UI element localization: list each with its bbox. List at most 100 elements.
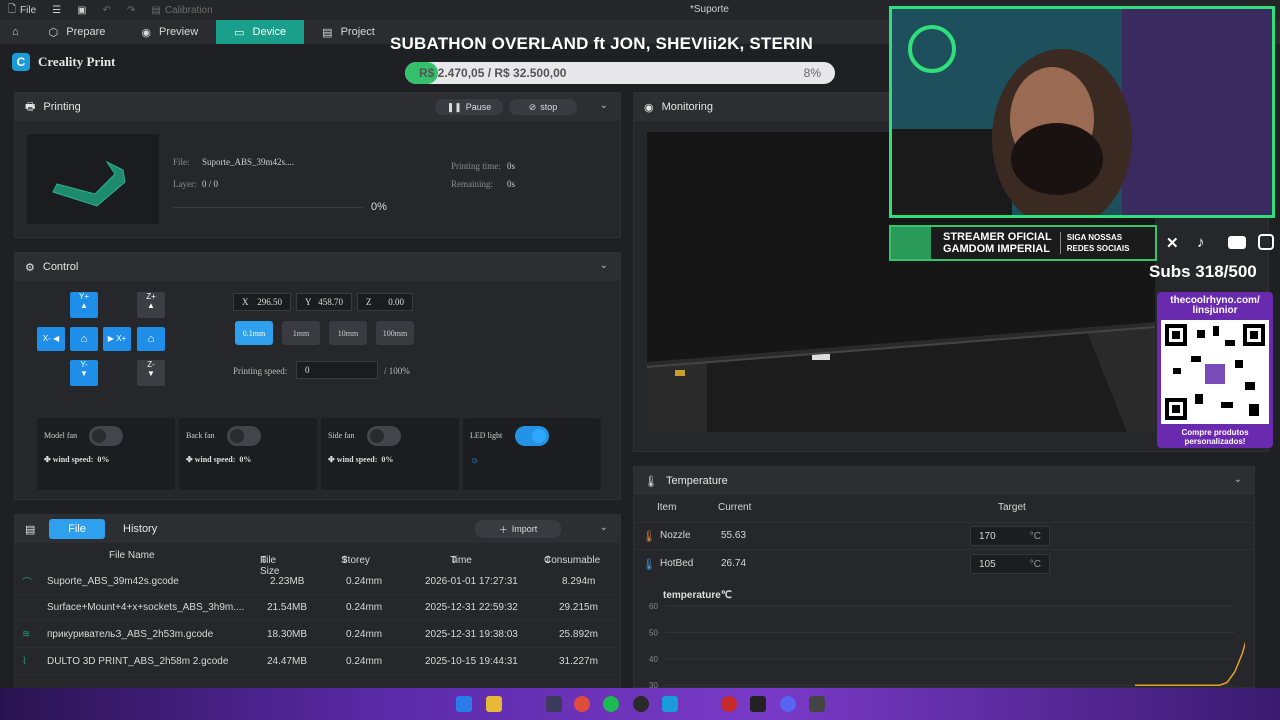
home-z-button[interactable]: ⌂ [137,327,165,351]
arrow-down-icon: ▼ [147,369,155,378]
jog-z-minus-label: Z- [147,360,155,369]
tab-prepare[interactable]: ⬡ Prepare [31,20,124,44]
undo-icon[interactable]: ↶ [95,5,119,16]
step-100mm-button[interactable]: 100mm [376,321,414,345]
goal-text: R$ 2.470,05 / R$ 32.500,00 [419,66,567,80]
arrow-left-icon: ◀ [53,334,60,343]
tab-device[interactable]: ▭ Device [216,20,305,44]
nozzle-target-input[interactable]: 170 °C [970,526,1050,546]
bulb-icon: ☼ [470,455,480,466]
hotbed-target-input[interactable]: 105 °C [970,554,1050,574]
import-button[interactable]: ＋ Import [475,520,561,538]
app2-icon[interactable] [809,696,825,712]
plus-icon: ＋ [498,524,508,535]
home-xy-button[interactable]: ⌂ [70,327,98,351]
save-icon[interactable]: ▣ [69,5,94,16]
windows-start-icon[interactable] [456,696,472,712]
temp-header-item: Item [657,502,677,513]
file-menu[interactable]: 🗋 File [0,2,44,19]
banner-social: SIGA NOSSAS REDES SOCIAIS [1059,232,1129,254]
home-icon[interactable]: ⌂ [0,20,31,44]
led-light-toggle[interactable] [515,426,549,446]
jog-x-plus-button[interactable]: ▶ X+ [103,327,131,351]
step-0-1mm-button[interactable]: 0.1mm [235,321,273,345]
stop-button[interactable]: ⊘ stop [509,99,577,115]
chevron-down-icon[interactable]: ⌄ [1234,474,1242,485]
sort-icon: ⇕ [341,555,350,566]
y-tick-label: 50 [649,628,658,637]
shop-line3: Compre produtos [1181,428,1249,437]
row-time: 2025-12-31 22:59:32 [425,602,518,613]
pause-button[interactable]: ❚❚ Pause [435,99,503,115]
printing-speed-input[interactable]: 0 [296,361,378,379]
menu-icon[interactable]: ☰ [44,5,69,16]
row-consumable: 31.227m [559,656,598,667]
gamdom-logo-icon [891,227,931,259]
step-10mm-button[interactable]: 10mm [329,321,367,345]
row-size: 2.23MB [270,576,305,587]
creality-taskbar-icon[interactable] [662,696,678,712]
tiktok-icon: ♪ [1197,234,1205,251]
app-icon[interactable] [721,696,737,712]
nozzle-target-value: 170 [979,531,996,542]
steam-icon[interactable] [546,696,562,712]
hotbed-label: HotBed [660,558,694,569]
side-fan-toggle[interactable] [367,426,401,446]
cube-icon: ⬡ [48,26,59,39]
row-time: 2025-12-31 19:38:03 [425,629,518,640]
arrow-up-icon: ▲ [80,301,88,310]
redo-icon[interactable]: ↷ [119,5,143,16]
file-explorer-icon[interactable] [486,696,502,712]
row-name: DULTO 3D PRINT_ABS_2h58m 2.gcode [47,656,229,667]
table-row[interactable]: ⌇ DULTO 3D PRINT_ABS_2h58m 2.gcode 24.47… [14,649,620,675]
arrow-down-icon: ▼ [80,369,88,378]
chrome-icon[interactable] [574,696,590,712]
calibration-menu[interactable]: ▤ Calibration [143,5,220,16]
chevron-down-icon[interactable]: ⌄ [600,100,608,111]
discord-icon[interactable] [780,696,796,712]
divider [634,549,1254,550]
table-row[interactable]: Surface+Mount+4+x+sockets_ABS_3h9m.... 2… [14,595,620,621]
webcam-image [892,9,1272,215]
step-1mm-button[interactable]: 1mm [282,321,320,345]
nozzle-label: Nozzle [660,530,691,541]
back-fan-label: Back fan [186,431,215,440]
table-row[interactable]: ≋ прикуривательЗ_ABS_2h53m.gcode 18.30MB… [14,622,620,648]
pause-icon: ❚❚ [446,101,462,112]
tab-preview[interactable]: ◉ Preview [123,20,216,44]
row-time: 2026-01-01 17:27:31 [425,576,518,587]
chevron-down-icon[interactable]: ⌄ [600,522,608,533]
tab-preview-label: Preview [159,26,199,38]
obs-icon[interactable] [633,696,649,712]
jog-y-minus-button[interactable]: Y- ▼ [70,360,98,386]
sort-icon: ⇕ [544,555,553,566]
import-label: Import [511,524,538,534]
printing-time-label: Printing time: [451,161,501,171]
tab-project[interactable]: ▤ Project [304,20,393,44]
back-fan-toggle[interactable] [227,426,261,446]
home-icon: ⌂ [80,333,88,345]
shop-cta: Compre produtos personalizados! [1157,428,1273,446]
jog-z-plus-button[interactable]: Z+ ▲ [137,292,165,318]
tab-project-label: Project [340,26,375,38]
header-file-name[interactable]: File Name [109,550,155,561]
goal-progress-bar: R$ 2.470,05 / R$ 32.500,00 8% [405,62,835,84]
terminal-icon[interactable] [750,696,766,712]
chevron-down-icon[interactable]: ⌄ [600,260,608,271]
webcam-overlay [889,6,1275,218]
back-fan-wind: ✤ wind speed: 0% [186,455,251,464]
spotify-icon[interactable] [603,696,619,712]
table-row[interactable]: ⌒ Suporte_ABS_39m42s.gcode 2.23MB 0.24mm… [14,569,620,595]
jog-x-minus-button[interactable]: X- ◀ [37,327,65,351]
jog-y-plus-button[interactable]: Y+ ▲ [70,292,98,318]
jog-z-minus-button[interactable]: Z- ▼ [137,360,165,386]
tab-history[interactable]: History [123,523,157,535]
row-storey: 0.24mm [346,602,383,613]
model-fan-toggle[interactable] [89,426,123,446]
fan-icon: ✤ [44,455,51,464]
model-fan-label: Model fan [44,431,78,440]
fan-icon: ✤ [186,455,193,464]
z-label: Z [366,297,372,307]
document-icon: ▤ [322,26,333,39]
tab-file[interactable]: File [49,519,105,539]
